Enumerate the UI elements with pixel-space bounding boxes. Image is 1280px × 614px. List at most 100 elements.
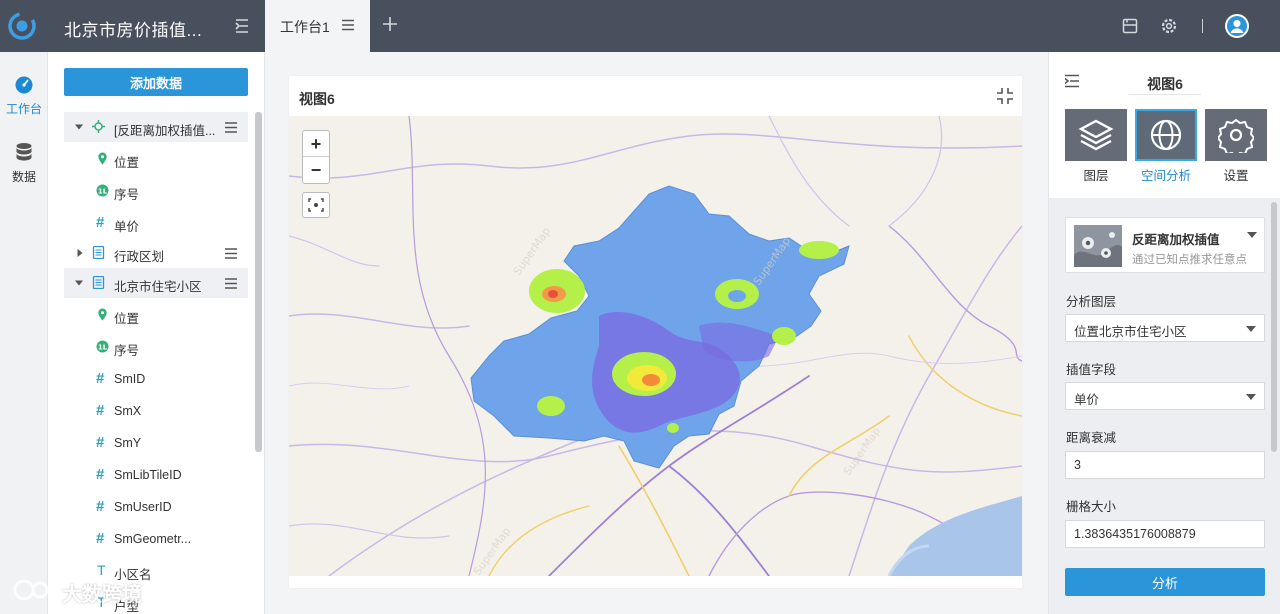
svg-text:1L: 1L xyxy=(98,187,108,195)
field-label: SmX xyxy=(114,404,142,418)
field-label-distance-decay: 距离衰减 xyxy=(1066,431,1117,445)
expand-down-icon[interactable] xyxy=(75,279,83,287)
interpolation-field-select[interactable]: 单价 xyxy=(1065,382,1265,410)
table-icon xyxy=(92,246,105,259)
index-icon: 1L xyxy=(96,340,109,353)
rail-item-label: 数据 xyxy=(11,170,36,184)
tab-label: 工作台1 xyxy=(280,19,330,35)
tree-row-dataset-residential[interactable]: 北京市住宅小区 xyxy=(64,268,248,298)
interpolation-icon xyxy=(92,120,105,133)
zoom-in-button[interactable]: + xyxy=(303,131,329,157)
field-label: 序号 xyxy=(114,188,140,202)
expand-down-icon[interactable] xyxy=(75,123,83,131)
field-label: 位置 xyxy=(114,312,140,326)
field-label: SmID xyxy=(114,372,146,386)
chevron-down-icon xyxy=(1246,326,1256,332)
tree-row-field[interactable]: 位置 xyxy=(64,300,248,330)
mode-layers[interactable]: 图层 xyxy=(1065,109,1127,183)
collapse-sidebar-icon[interactable] xyxy=(234,17,250,35)
tree-row-field[interactable]: # SmID xyxy=(64,364,248,394)
tree-row-dataset-district[interactable]: 行政区划 xyxy=(64,238,248,268)
top-bar: 北京市房价插值... 工作台1 xyxy=(0,0,1280,52)
tree-row-field[interactable]: 位置 xyxy=(64,144,248,174)
svg-text:1L: 1L xyxy=(98,343,108,351)
distance-decay-input[interactable]: 3 xyxy=(1065,451,1265,479)
field-label: 序号 xyxy=(114,344,140,358)
field-label: SmUserID xyxy=(114,500,172,514)
mode-label: 空间分析 xyxy=(1140,169,1191,183)
zoom-out-button[interactable]: − xyxy=(303,157,329,183)
method-title: 反距离加权插值 xyxy=(1132,233,1220,247)
number-field-icon: # xyxy=(96,402,105,419)
analysis-method-select[interactable]: 反距离加权插值 通过已知点推求任意点 xyxy=(1065,217,1265,273)
exit-fullscreen-icon[interactable] xyxy=(997,88,1013,104)
chevron-down-icon[interactable] xyxy=(1247,232,1257,239)
tree-row-field[interactable]: # 单价 xyxy=(64,208,248,238)
view-title: 视图6 xyxy=(299,91,335,107)
index-icon: 1L xyxy=(96,184,109,197)
rail-item-data[interactable]: 数据 xyxy=(0,128,48,188)
mode-spatial-analysis[interactable]: 空间分析 xyxy=(1135,109,1197,183)
collapse-panel-icon[interactable] xyxy=(1065,74,1079,88)
tree-row-field[interactable]: # SmY xyxy=(64,428,248,458)
number-field-icon: # xyxy=(96,498,105,515)
field-label: 单价 xyxy=(114,220,140,234)
number-field-icon: # xyxy=(96,370,105,387)
tree-row-field[interactable]: # SmLibTileID xyxy=(64,460,248,490)
field-label: SmY xyxy=(114,436,142,450)
right-panel: 视图6 图层 空间分析 设置 反距离加权插值 通过已知点推求任意点 分析图层 位… xyxy=(1048,52,1280,614)
user-avatar-icon[interactable] xyxy=(1225,14,1249,38)
add-data-button[interactable]: 添加数据 xyxy=(64,68,248,96)
svg-text:SuperMap: SuperMap xyxy=(841,425,883,478)
tab-workbench-1[interactable]: 工作台1 xyxy=(265,0,370,52)
analyze-button[interactable]: 分析 xyxy=(1065,568,1265,596)
tree-row-field[interactable]: # SmUserID xyxy=(64,492,248,522)
gear-icon xyxy=(1218,118,1254,153)
save-icon[interactable] xyxy=(1122,18,1138,34)
right-panel-title: 视图6 xyxy=(1147,76,1183,92)
table-icon xyxy=(92,276,105,289)
select-value: 单价 xyxy=(1074,393,1100,407)
row-menu-icon[interactable] xyxy=(225,122,237,133)
tree-row-field[interactable]: 1L 序号 xyxy=(64,176,248,206)
add-tab-icon[interactable] xyxy=(383,17,397,31)
number-field-icon: # xyxy=(96,214,105,231)
expand-right-icon[interactable] xyxy=(76,249,84,257)
row-menu-icon[interactable] xyxy=(225,278,237,289)
dashboard-icon xyxy=(15,76,33,94)
mode-label: 图层 xyxy=(1083,169,1109,183)
fit-extent-button[interactable] xyxy=(302,192,330,218)
tree-row-interpolation-layer[interactable]: [反距离加权插值... xyxy=(64,112,248,142)
main-workspace: 视图6 SuperMap SuperMap SuperMap SuperMap … xyxy=(265,52,1048,614)
globe-orbit-icon xyxy=(1150,119,1182,151)
mode-settings[interactable]: 设置 xyxy=(1205,109,1267,183)
map-base-layer: SuperMap SuperMap SuperMap SuperMap xyxy=(289,116,1022,576)
grid-size-input[interactable]: 1.3836435176008879 xyxy=(1065,520,1265,548)
analysis-layer-select[interactable]: 位置北京市住宅小区 xyxy=(1065,314,1265,342)
map-canvas[interactable]: SuperMap SuperMap SuperMap SuperMap + − xyxy=(289,116,1022,576)
gear-icon[interactable] xyxy=(1160,17,1178,35)
chevron-down-icon xyxy=(1246,394,1256,400)
tab-menu-icon[interactable] xyxy=(342,19,354,31)
fit-extent-icon xyxy=(308,198,324,212)
rail-item-workbench[interactable]: 工作台 xyxy=(0,60,48,120)
right-panel-scrollbar[interactable] xyxy=(1271,202,1277,452)
location-pin-icon xyxy=(98,152,107,165)
rail-item-label: 工作台 xyxy=(5,102,42,116)
tree-row-field[interactable]: # SmX xyxy=(64,396,248,426)
field-label: SmLibTileID xyxy=(114,468,182,482)
dataset-label: 行政区划 xyxy=(114,250,165,264)
mode-spatial-analysis-tile xyxy=(1135,109,1197,161)
dataset-label: 北京市住宅小区 xyxy=(114,280,202,294)
mode-settings-tile xyxy=(1205,109,1267,161)
idw-thumbnail-icon xyxy=(1074,225,1122,267)
row-menu-icon[interactable] xyxy=(225,248,237,259)
layer-label: [反距离加权插值... xyxy=(114,124,216,138)
view-card: 视图6 SuperMap SuperMap SuperMap SuperMap … xyxy=(289,76,1022,588)
data-panel-scrollbar[interactable] xyxy=(255,112,262,452)
app-title: 北京市房价插值... xyxy=(64,21,203,40)
location-pin-icon xyxy=(98,308,107,321)
tree-row-field[interactable]: # SmGeometr... xyxy=(64,524,248,554)
tree-row-field[interactable]: 1L 序号 xyxy=(64,332,248,362)
input-value: 1.3836435176008879 xyxy=(1074,527,1196,541)
